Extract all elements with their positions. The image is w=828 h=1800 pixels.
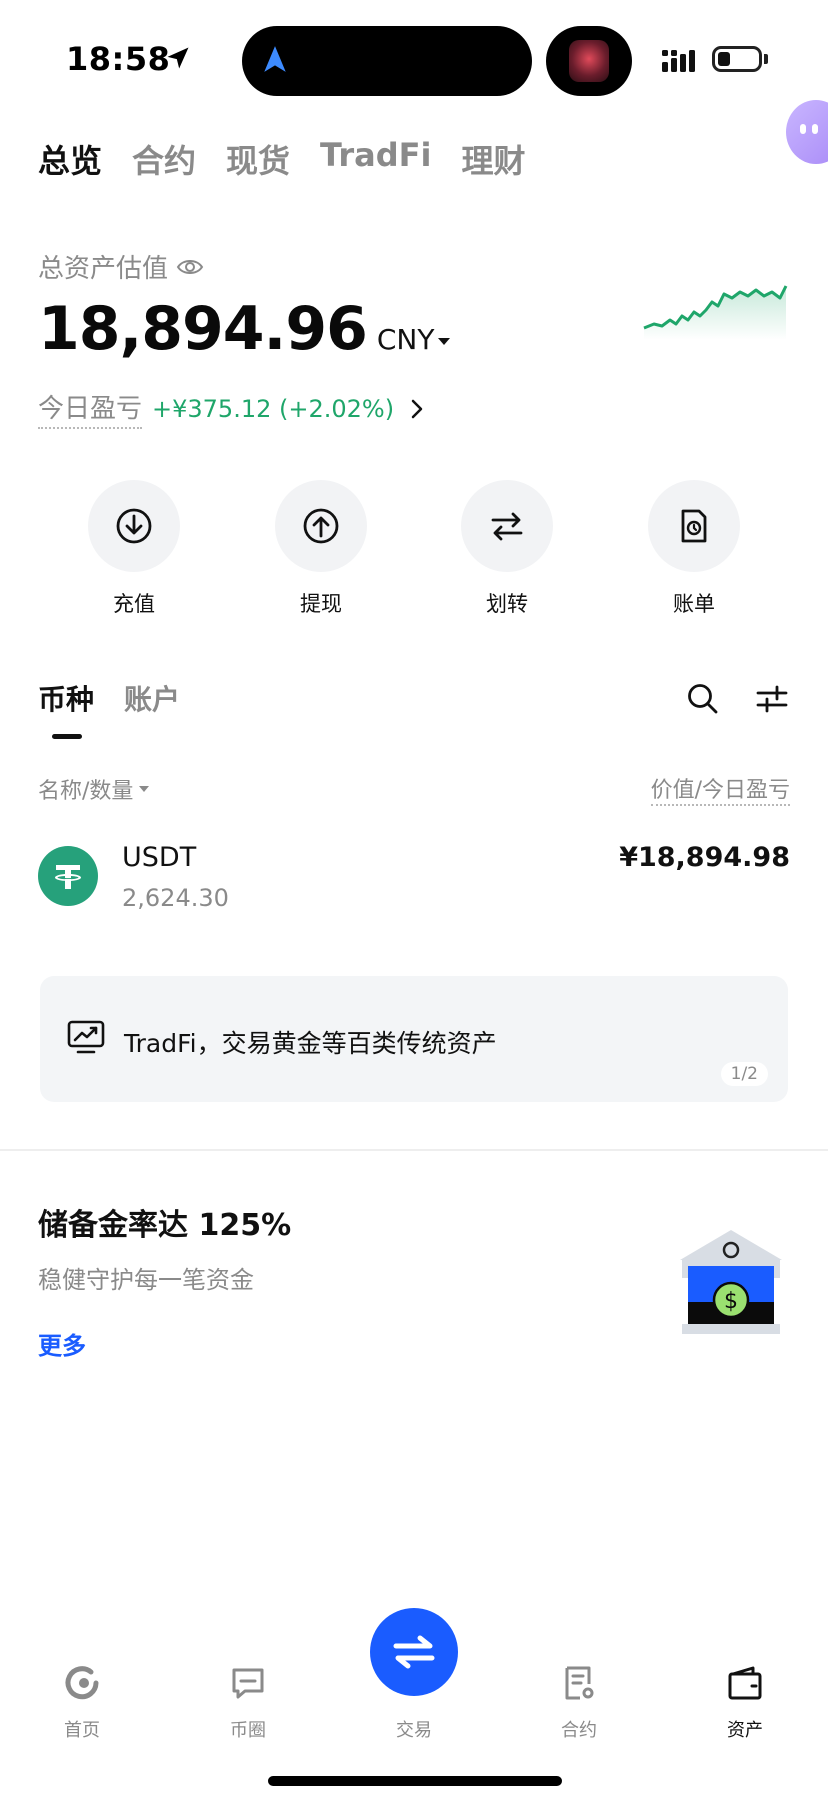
nav-contract-label: 合约: [561, 1720, 597, 1741]
coin-name: USDT: [122, 842, 197, 873]
cellular-signal-icon: [662, 50, 695, 72]
today-pnl-row[interactable]: 今日盈亏 +¥375.12 (+2.02%): [38, 388, 424, 429]
reserve-more-link[interactable]: 更多: [38, 1326, 86, 1361]
nav-assets[interactable]: 资产: [705, 1662, 785, 1742]
balance-sparkline: [643, 285, 788, 340]
filter-icon[interactable]: [756, 684, 788, 714]
transfer-label: 划转: [486, 592, 528, 616]
bill-icon: [681, 509, 707, 543]
nav-community[interactable]: 币圈: [208, 1662, 288, 1742]
reserve-title: 储备金率达 125%: [38, 1208, 292, 1243]
community-icon: [232, 1668, 264, 1699]
coin-list-header: 名称/数量 价值/今日盈亏: [38, 772, 790, 806]
withdraw-label: 提现: [300, 592, 342, 616]
transfer-icon: [491, 512, 523, 541]
battery-cap: [764, 54, 768, 64]
caret-down-icon: [438, 337, 451, 345]
transfer-button[interactable]: 划转: [452, 480, 562, 618]
nav-home[interactable]: 首页: [42, 1662, 122, 1742]
coin-amount: 2,624.30: [122, 884, 229, 912]
nav-trade-label: 交易: [396, 1720, 432, 1741]
status-time: 18:58: [66, 40, 171, 78]
bank-vault-icon: $: [680, 1230, 782, 1334]
active-tab-indicator: [52, 734, 82, 739]
status-bar: 18:58: [0, 0, 828, 100]
asset-section-tabs: 币种 账户: [38, 678, 180, 718]
live-activity-thumbnail: [569, 40, 609, 82]
currency-label: CNY: [376, 323, 435, 356]
today-pnl-label: 今日盈亏: [38, 388, 143, 429]
tab-spot[interactable]: 现货: [226, 136, 290, 182]
section-divider: [0, 1149, 828, 1151]
contract-icon: [565, 1666, 594, 1700]
usdt-logo-icon: [38, 846, 98, 906]
total-balance: 18,894.96: [38, 294, 368, 364]
home-icon: [65, 1666, 99, 1700]
nav-contract[interactable]: 合约: [539, 1662, 619, 1742]
coin-value: ¥18,894.98: [619, 842, 790, 873]
nav-home-label: 首页: [64, 1720, 100, 1741]
today-pnl-value: +¥375.12 (+2.02%): [152, 394, 395, 423]
banner-text: TradFi，交易黄金等百类传统资产: [124, 1029, 497, 1058]
value-pnl-header[interactable]: 价值/今日盈亏: [650, 772, 790, 806]
total-asset-label-row: 总资产估值: [38, 248, 204, 285]
tab-overview[interactable]: 总览: [38, 136, 102, 182]
eye-icon[interactable]: [176, 257, 204, 277]
total-asset-label: 总资产估值: [38, 254, 169, 284]
bill-button[interactable]: 账单: [639, 480, 749, 618]
deposit-icon: [116, 508, 152, 544]
trade-button[interactable]: [370, 1608, 458, 1696]
dynamic-island: [242, 26, 532, 96]
tab-tradfi[interactable]: TradFi: [320, 136, 431, 182]
home-indicator: [268, 1776, 562, 1786]
trend-chart-icon: [67, 1020, 105, 1054]
battery-icon: [712, 46, 762, 72]
currency-selector[interactable]: CNY: [377, 323, 451, 356]
withdraw-icon: [303, 508, 339, 544]
wallet-icon: [728, 1666, 762, 1700]
name-amount-header: 名称/数量: [38, 779, 134, 804]
deposit-button[interactable]: 充值: [79, 480, 189, 618]
balance-row: 18,894.96 CNY: [38, 294, 451, 364]
reserve-subtitle: 稳健守护每一笔资金: [38, 1266, 254, 1294]
navigation-arrow-icon: [264, 46, 286, 72]
location-arrow-icon: [167, 47, 189, 69]
sort-caret-icon: [139, 786, 150, 792]
tradfi-banner[interactable]: TradFi，交易黄金等百类传统资产 1/2: [40, 976, 788, 1102]
sort-by-name[interactable]: 名称/数量: [38, 772, 150, 806]
deposit-label: 充值: [113, 592, 155, 616]
withdraw-button[interactable]: 提现: [266, 480, 376, 618]
banner-pager: 1/2: [720, 1062, 768, 1086]
trade-icon: [393, 1635, 435, 1669]
tab-earn[interactable]: 理财: [461, 136, 525, 182]
live-activity-bubble: [546, 26, 632, 96]
tab-futures[interactable]: 合约: [132, 136, 196, 182]
svg-text:$: $: [724, 1289, 738, 1314]
nav-community-label: 币圈: [230, 1720, 266, 1741]
mascot-float-button[interactable]: [786, 100, 828, 164]
coin-row-usdt[interactable]: USDT 2,624.30 ¥18,894.98: [38, 842, 790, 932]
top-tabs: 总览 合约 现货 TradFi 理财: [38, 136, 525, 182]
nav-assets-label: 资产: [727, 1720, 763, 1741]
chevron-right-icon: [411, 399, 423, 418]
bill-label: 账单: [673, 592, 715, 616]
search-icon[interactable]: [686, 682, 720, 716]
tab-accounts[interactable]: 账户: [124, 678, 180, 718]
tab-coins[interactable]: 币种: [38, 678, 94, 718]
